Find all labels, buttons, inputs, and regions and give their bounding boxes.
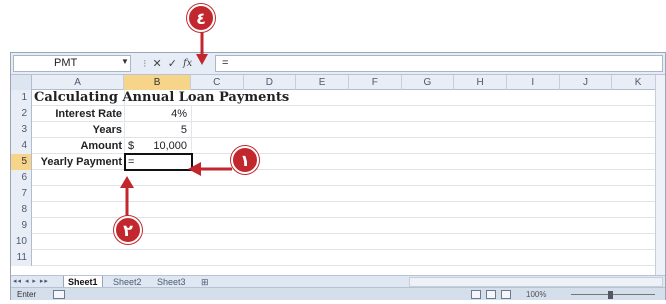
row-header-1[interactable]: 1 xyxy=(11,90,32,106)
spreadsheet-grid: A B C D E F G H I J K 1 Calculating Annu… xyxy=(11,75,665,275)
row-header-4[interactable]: 4 xyxy=(11,138,32,154)
callout-4-label: ٤ xyxy=(196,8,206,28)
years-value[interactable]: 5 xyxy=(125,122,192,138)
vertical-scrollbar[interactable] xyxy=(655,75,665,275)
table-row: 9 xyxy=(11,218,665,234)
callout-4: ٤ xyxy=(187,4,215,32)
formula-input[interactable]: = xyxy=(215,55,663,72)
table-row: 5 Yearly Payment = xyxy=(11,153,665,171)
callout-2-label: ٢ xyxy=(123,220,133,240)
name-box-value: PMT xyxy=(54,57,78,69)
amount-value-cell[interactable]: $ 10,000 xyxy=(125,138,192,154)
table-row: 8 xyxy=(11,202,665,218)
callout-1: ١ xyxy=(231,146,259,174)
name-box[interactable]: PMT xyxy=(13,55,131,72)
row-header-11[interactable]: 11 xyxy=(11,250,32,266)
normal-view-icon[interactable] xyxy=(471,290,481,299)
table-row: 10 xyxy=(11,234,665,250)
column-header-e[interactable]: E xyxy=(296,75,349,90)
column-header-g[interactable]: G xyxy=(402,75,455,90)
column-header-c[interactable]: C xyxy=(191,75,244,90)
table-row: 7 xyxy=(11,186,665,202)
row-header-9[interactable]: 9 xyxy=(11,218,32,234)
years-label[interactable]: Years xyxy=(32,122,125,138)
row-header-6[interactable]: 6 xyxy=(11,170,32,186)
page-layout-view-icon[interactable] xyxy=(486,290,496,299)
page-break-view-icon[interactable] xyxy=(501,290,511,299)
excel-window: PMT ▼ ⁝ ✕ ✓ fx = A B C D E F G H I J K 1… xyxy=(10,52,666,300)
expand-icon: ⁝ xyxy=(143,57,147,70)
row-header-5[interactable]: 5 xyxy=(11,154,32,170)
select-all-corner[interactable] xyxy=(11,75,32,90)
table-row: 3 Years 5 xyxy=(11,122,665,138)
cancel-icon[interactable]: ✕ xyxy=(153,57,162,70)
status-bar: Enter 100% xyxy=(11,287,665,300)
zoom-slider[interactable] xyxy=(571,294,655,295)
row-header-8[interactable]: 8 xyxy=(11,202,32,218)
sheet-tabs-bar: ◂◂ ◂ ▸ ▸▸ Sheet1 Sheet2 Sheet3 ⊞ xyxy=(11,275,665,288)
chevron-down-icon[interactable]: ▼ xyxy=(121,57,129,66)
horizontal-scrollbar[interactable] xyxy=(409,277,663,287)
callout-4-arrow xyxy=(196,32,208,65)
column-headers: A B C D E F G H I J K xyxy=(11,75,665,90)
callout-1-arrow xyxy=(188,162,232,176)
column-header-d[interactable]: D xyxy=(244,75,297,90)
amount-label[interactable]: Amount xyxy=(32,138,125,154)
callout-2: ٢ xyxy=(114,216,142,244)
table-row: 6 xyxy=(11,170,665,186)
column-header-i[interactable]: I xyxy=(507,75,560,90)
title-cell[interactable]: Calculating Annual Loan Payments xyxy=(32,90,289,106)
column-header-j[interactable]: J xyxy=(560,75,613,90)
zoom-slider-thumb[interactable] xyxy=(608,291,613,299)
table-row: 11 xyxy=(11,250,665,266)
interest-rate-value[interactable]: 4% xyxy=(125,106,192,122)
row-header-7[interactable]: 7 xyxy=(11,186,32,202)
amount-value: 10,000 xyxy=(153,140,187,152)
column-header-a[interactable]: A xyxy=(32,75,125,90)
macro-record-icon[interactable] xyxy=(53,290,65,299)
yearly-payment-cell[interactable]: = xyxy=(124,153,193,171)
formula-text: = xyxy=(222,57,229,69)
interest-rate-label[interactable]: Interest Rate xyxy=(32,106,125,122)
callout-1-label: ١ xyxy=(240,150,250,170)
status-mode: Enter xyxy=(17,290,37,299)
callout-2-arrow xyxy=(120,176,134,220)
table-row: 2 Interest Rate 4% xyxy=(11,106,665,122)
row-header-3[interactable]: 3 xyxy=(11,122,32,138)
column-header-h[interactable]: H xyxy=(454,75,507,90)
zoom-level[interactable]: 100% xyxy=(526,288,546,301)
column-header-f[interactable]: F xyxy=(349,75,402,90)
table-row: 4 Amount $ 10,000 xyxy=(11,138,665,154)
table-row: 1 Calculating Annual Loan Payments xyxy=(11,90,665,106)
formula-bar: PMT ▼ ⁝ ✕ ✓ fx = xyxy=(11,53,665,75)
row-header-10[interactable]: 10 xyxy=(11,234,32,250)
row-header-2[interactable]: 2 xyxy=(11,106,32,122)
amount-currency: $ xyxy=(128,140,135,152)
column-header-b[interactable]: B xyxy=(124,75,191,90)
yearly-payment-label[interactable]: Yearly Payment xyxy=(32,154,125,170)
enter-icon[interactable]: ✓ xyxy=(168,57,177,70)
insert-function-icon[interactable]: fx xyxy=(183,58,192,69)
